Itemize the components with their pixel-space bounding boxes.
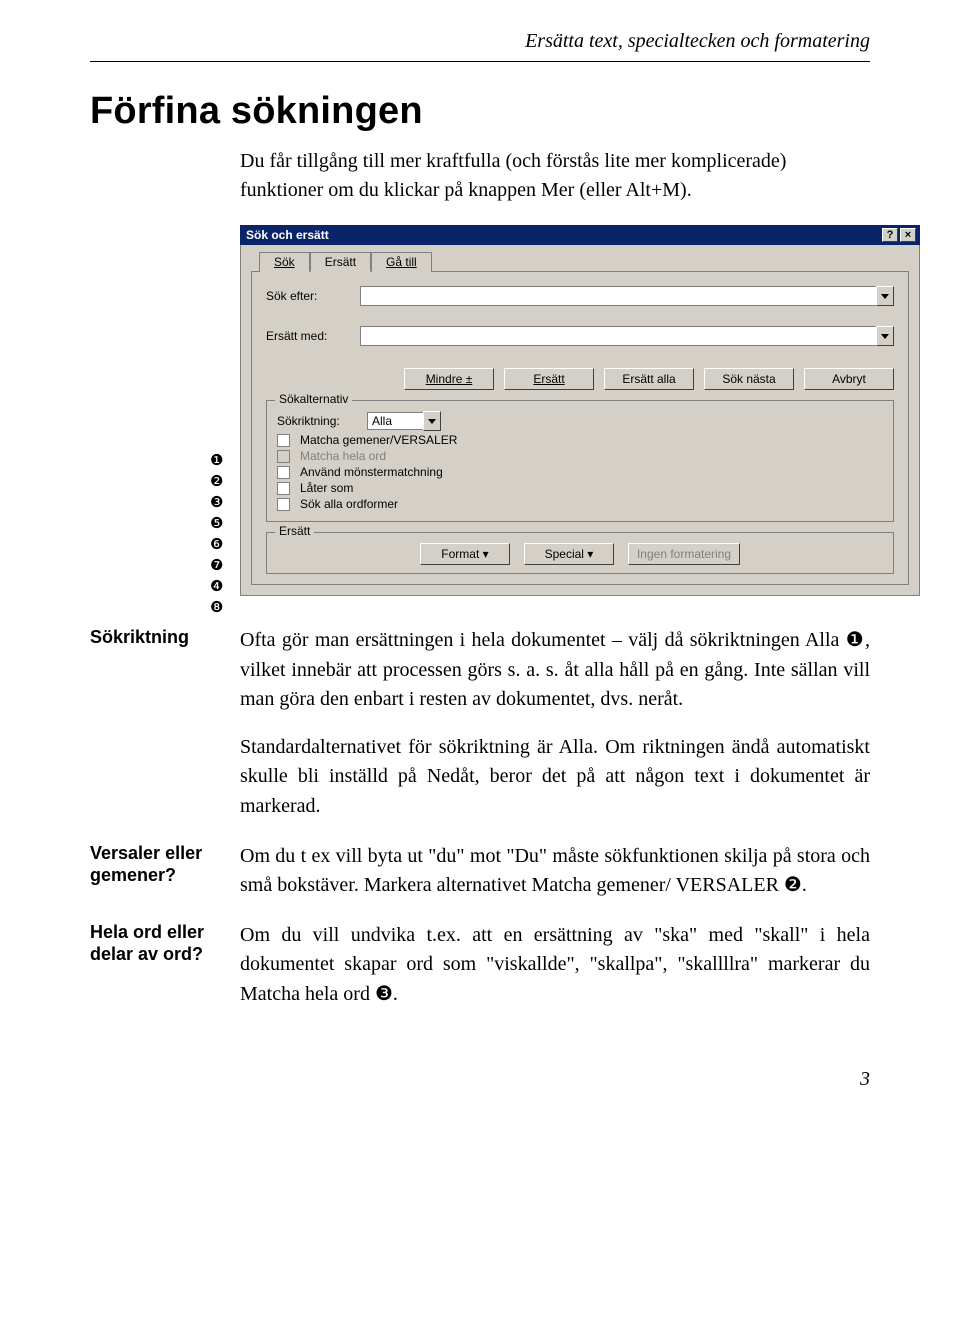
noformat-button: Ingen formatering (628, 543, 740, 565)
page-title: Förfina sökningen (90, 90, 870, 133)
sokriktning-p1: Ofta gör man ersättningen i hela dokumen… (240, 626, 870, 715)
direction-dropdown-icon[interactable] (423, 411, 441, 431)
tab-gatill[interactable]: Gå till (371, 252, 432, 272)
dialog-screenshot: ❶ ❷ ❸ ❺ ❻ ❼ ❹ ❽ Sök och ersätt ? × Sök E (240, 225, 870, 596)
sounds-checkbox[interactable] (277, 482, 290, 495)
running-head: Ersätta text, specialtecken och formater… (90, 30, 870, 53)
intro-paragraph: Du får tillgång till mer kraftfulla (och… (90, 147, 870, 205)
dialog-titlebar: Sök och ersätt ? × (240, 225, 920, 245)
find-label: Sök efter: (266, 289, 352, 303)
replace-all-button[interactable]: Ersätt alla (604, 368, 694, 390)
tab-strip: Sök Ersätt Gå till (251, 251, 909, 272)
case-checkbox[interactable] (277, 434, 290, 447)
find-input[interactable] (360, 286, 876, 306)
sidehead-sokriktning: Sökriktning (90, 626, 240, 649)
pattern-label: Använd mönstermatchning (300, 465, 443, 479)
sounds-label: Låter som (300, 481, 353, 495)
replace-legend: Ersätt (275, 524, 314, 538)
less-button[interactable]: Mindre ± (404, 368, 494, 390)
whole-label: Matcha hela ord (300, 449, 386, 463)
direction-select[interactable] (367, 412, 423, 430)
forms-label: Sök alla ordformer (300, 497, 398, 511)
case-label: Matcha gemener/VERSALER (300, 433, 457, 447)
format-button[interactable]: Format ▾ (420, 543, 510, 565)
help-button[interactable]: ? (882, 228, 898, 242)
cancel-button[interactable]: Avbryt (804, 368, 894, 390)
callout-numbers: ❶ ❷ ❸ ❺ ❻ ❼ ❹ ❽ (210, 451, 223, 617)
sidehead-helaord: Hela ord eller delar av ord? (90, 921, 240, 966)
pattern-checkbox[interactable] (277, 466, 290, 479)
forms-checkbox[interactable] (277, 498, 290, 511)
sidehead-versaler: Versaler eller gemener? (90, 842, 240, 887)
versaler-p1: Om du t ex vill byta ut "du" mot "Du" må… (240, 842, 870, 901)
replace-dropdown-icon[interactable] (876, 326, 894, 346)
tab-ersatt[interactable]: Ersätt (310, 252, 371, 272)
direction-label: Sökriktning: (277, 414, 357, 428)
helaord-p1: Om du vill undvika t.ex. att en ersättni… (240, 921, 870, 1010)
replace-button[interactable]: Ersätt (504, 368, 594, 390)
replace-label: Ersätt med: (266, 329, 352, 343)
special-button[interactable]: Special ▾ (524, 543, 614, 565)
options-legend: Sökalternativ (275, 392, 352, 406)
header-rule (90, 61, 870, 62)
find-dropdown-icon[interactable] (876, 286, 894, 306)
close-button[interactable]: × (900, 228, 916, 242)
sokriktning-p2: Standardalternativet för sökriktning är … (240, 733, 870, 822)
replace-input[interactable] (360, 326, 876, 346)
page-number: 3 (90, 1068, 870, 1091)
dialog-title: Sök och ersätt (246, 228, 329, 242)
whole-checkbox (277, 450, 290, 463)
tab-sok[interactable]: Sök (259, 252, 310, 272)
find-next-button[interactable]: Sök nästa (704, 368, 794, 390)
